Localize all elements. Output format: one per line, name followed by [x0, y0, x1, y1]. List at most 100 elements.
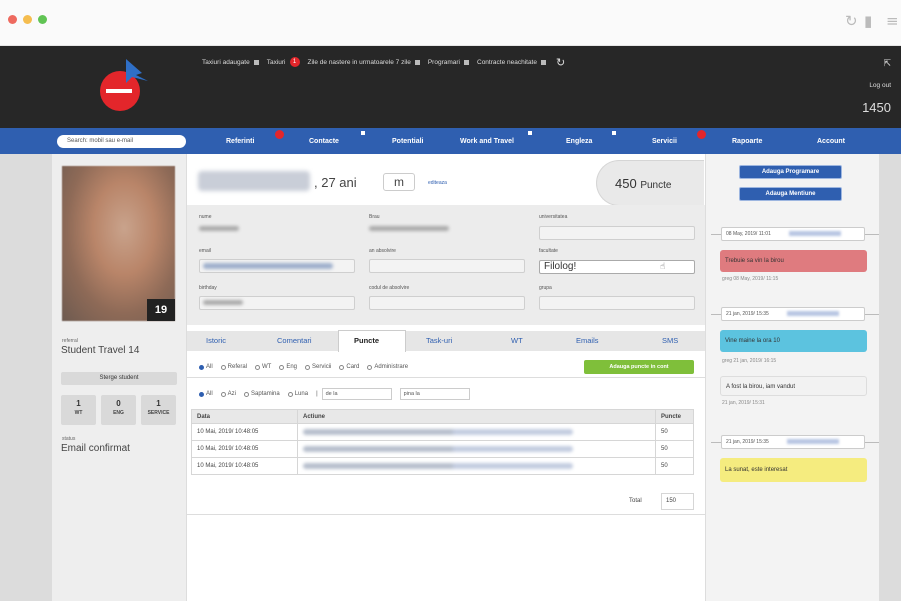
tab-puncte[interactable]: Puncte: [354, 336, 379, 345]
tab-wt[interactable]: WT: [511, 336, 523, 345]
timeline-note[interactable]: La sunat, este interesat: [720, 458, 867, 482]
filter-card[interactable]: Card: [339, 364, 359, 370]
filter-wt[interactable]: WT: [255, 364, 271, 370]
menu-icon[interactable]: ≡: [886, 12, 899, 30]
filter-label: Referal: [227, 364, 248, 370]
radio-icon: [279, 364, 285, 370]
expand-icon[interactable]: ⇱: [883, 59, 891, 69]
add-appointment-button[interactable]: Adauga Programare: [739, 165, 842, 179]
period-saptamina[interactable]: Saptamina: [244, 391, 280, 397]
delete-student-button[interactable]: Sterge student: [61, 372, 177, 385]
tab-emails[interactable]: Emails: [576, 336, 599, 345]
an-absolvire-input[interactable]: [369, 259, 525, 273]
new-indicator-icon: [612, 131, 616, 135]
column-header-data[interactable]: Data: [191, 409, 298, 424]
add-mention-button[interactable]: Adauga Mentiune: [739, 187, 842, 201]
universitate-input[interactable]: [539, 226, 695, 240]
cod-absolvire-input[interactable]: [369, 296, 525, 310]
timeline-note[interactable]: Vine maine la ora 10: [720, 330, 867, 352]
filter-servicii[interactable]: Servicii: [305, 364, 331, 370]
filter-referal[interactable]: Referal: [220, 364, 248, 370]
stat-count: 1: [76, 399, 81, 408]
cell-points: 50: [655, 440, 694, 458]
close-window-dot[interactable]: [8, 15, 17, 24]
table-row[interactable]: 10 Mai, 2019/ 10:48:05 50: [191, 423, 694, 441]
trash-icon[interactable]: ▮: [864, 12, 872, 30]
nav-potentiali[interactable]: Potentiali: [392, 138, 424, 145]
refresh-icon[interactable]: ↻: [556, 56, 565, 69]
author-redacted: [786, 439, 839, 445]
tab-comentari[interactable]: Comentari: [277, 336, 312, 345]
filter-label: Saptamina: [251, 391, 280, 397]
logout-link[interactable]: Log out: [869, 82, 891, 89]
date-from-input[interactable]: de la: [321, 388, 392, 400]
nav-rapoarte[interactable]: Rapoarte: [732, 138, 762, 145]
brand-logo[interactable]: [96, 55, 150, 113]
status-label: status: [62, 436, 76, 442]
shortcut-zile-de-nastere[interactable]: Zile de nastere in urmatoarele 7 zile: [308, 59, 420, 66]
column-header-puncte[interactable]: Puncte: [655, 409, 694, 424]
add-points-button[interactable]: Adauga puncte in cont: [584, 360, 694, 374]
refresh-icon[interactable]: ↻: [845, 12, 858, 30]
tab-task-uri[interactable]: Task-uri: [426, 336, 452, 345]
gender-select[interactable]: m: [383, 173, 415, 191]
age-badge: 19: [147, 299, 175, 321]
filter-label: Luna: [294, 391, 309, 397]
divider: [187, 514, 705, 515]
shortcut-taxiuri-adaugate[interactable]: Taxiuri adaugate: [202, 59, 259, 66]
grupa-input[interactable]: [539, 296, 695, 310]
period-filter-row: All Azi Saptamina Luna | de la pina la: [187, 384, 705, 404]
nav-referinti[interactable]: Referinti: [226, 138, 254, 145]
shortcut-programari[interactable]: Programari: [428, 59, 469, 66]
column-header-actiune[interactable]: Actiune: [297, 409, 656, 424]
table-row[interactable]: 10 Mai, 2019/ 10:48:05 50: [191, 440, 694, 458]
tab-sms[interactable]: SMS: [662, 336, 678, 345]
tab-istoric[interactable]: Istoric: [206, 336, 226, 345]
minimize-window-dot[interactable]: [23, 15, 32, 24]
edit-profile-link[interactable]: editeaza: [428, 180, 447, 186]
search-input[interactable]: Search: mobil sau e-mail: [57, 135, 186, 148]
radio-icon: [367, 364, 373, 370]
nav-contacte[interactable]: Contacte: [309, 138, 339, 145]
nav-work-and-travel[interactable]: Work and Travel: [460, 138, 514, 145]
field-label-universitate: universitatea: [539, 214, 568, 220]
stat-service[interactable]: 1 SERVICE: [141, 395, 176, 425]
maximize-window-dot[interactable]: [38, 15, 47, 24]
filter-eng[interactable]: Eng: [279, 364, 297, 370]
stat-eng[interactable]: 0 ENG: [101, 395, 136, 425]
note-meta: greg 08 May, 2019/ 11:15: [722, 276, 779, 282]
timeline-date: 21 jan, 2019/ 15:35: [721, 435, 865, 449]
stat-label: WT: [74, 410, 83, 416]
nav-servicii[interactable]: Servicii: [652, 138, 677, 145]
facultate-input[interactable]: Filolog!: [539, 260, 695, 274]
shortcut-contracte-neachitate[interactable]: Contracte neachitate: [477, 59, 546, 66]
timeline-note[interactable]: A fost la birou, iam vandut: [720, 376, 867, 396]
radio-icon: [220, 391, 226, 397]
nav-engleza[interactable]: Engleza: [566, 138, 592, 145]
note-meta: greg 21 jan, 2019/ 16:15: [722, 358, 777, 364]
header-shortcuts: Taxiuri adaugate Taxiuri 1 Zile de naster…: [202, 56, 565, 69]
student-age: , 27 ani: [314, 175, 357, 190]
period-all[interactable]: All: [199, 391, 213, 397]
stat-label: SERVICE: [147, 410, 170, 416]
radio-icon: [287, 391, 293, 397]
shortcut-taxiuri[interactable]: Taxiuri 1: [267, 57, 300, 67]
profile-photo[interactable]: [62, 166, 175, 321]
filter-label: All: [206, 391, 213, 397]
period-azi[interactable]: Azi: [220, 391, 236, 397]
referral-label: referral: [62, 338, 78, 344]
filter-all[interactable]: All: [199, 364, 213, 370]
points-unit: Puncte: [640, 180, 672, 191]
page-margin-right: [879, 154, 901, 601]
stat-wt[interactable]: 1 WT: [61, 395, 96, 425]
stat-count: 0: [116, 399, 121, 408]
date-to-input[interactable]: pina la: [399, 388, 470, 400]
timeline-note[interactable]: Trebuie sa vin la birou: [720, 250, 867, 272]
filter-administrare[interactable]: Administrare: [367, 364, 408, 370]
nav-account[interactable]: Account: [817, 138, 845, 145]
period-luna[interactable]: Luna: [287, 391, 309, 397]
table-row[interactable]: 10 Mai, 2019/ 10:48:05 50: [191, 457, 694, 475]
referral-value: Student Travel 14: [61, 345, 140, 356]
radio-icon: [199, 391, 204, 397]
birthday-value-redacted: [203, 300, 243, 305]
